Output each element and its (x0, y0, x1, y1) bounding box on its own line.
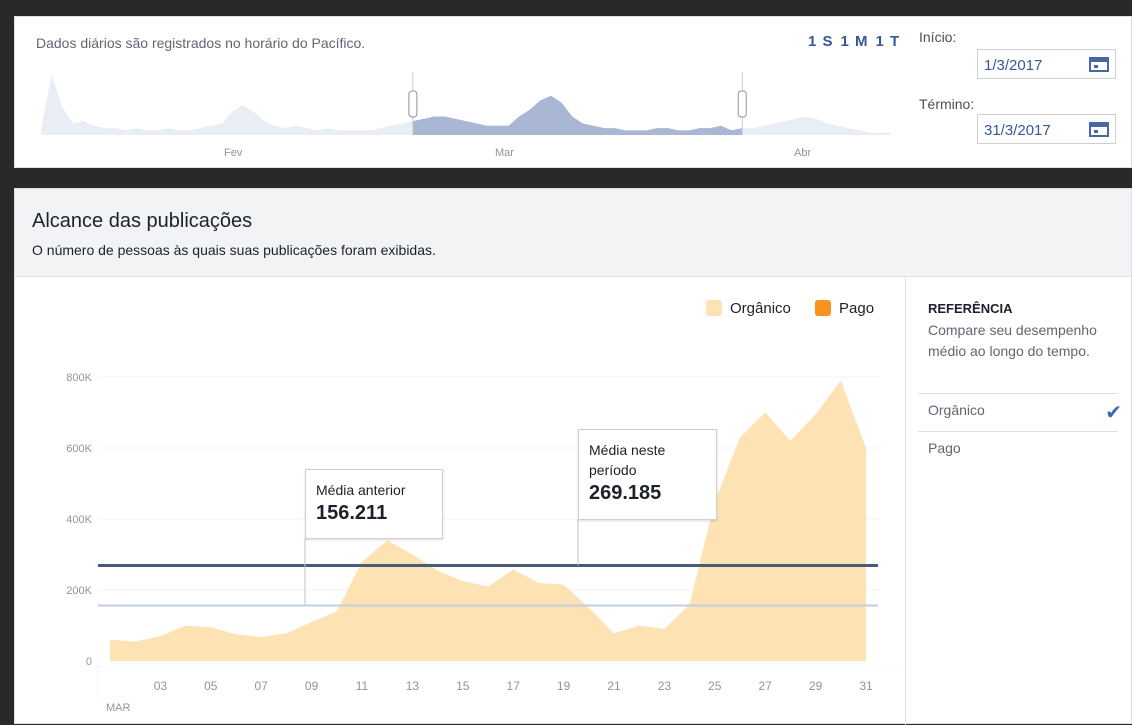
legend-swatch-paid (815, 300, 831, 316)
legend-paid[interactable]: Pago (815, 300, 874, 317)
end-date-label: Término: (919, 96, 975, 112)
x-tick-label: 05 (204, 679, 218, 693)
y-tick-label: 200K (66, 585, 92, 597)
end-date-field[interactable]: 31/3/2017 (977, 114, 1116, 144)
reference-sidebar: REFERÊNCIA Compare seu desempenho médio … (905, 277, 1132, 725)
checkmark-icon: ✔ (1105, 402, 1122, 424)
reach-chart: 0 200K 400K 600K 800K 03 05 07 09 11 13 15 17 19 21 23… (66, 372, 900, 714)
x-tick-label: 27 (759, 679, 773, 693)
x-tick-label: 17 (507, 679, 521, 693)
x-tick-label: 19 (557, 679, 571, 693)
x-axis-month-label: MAR (106, 702, 131, 714)
legend-label-paid: Pago (839, 300, 875, 317)
reference-option-label: Pago (928, 440, 961, 456)
end-date-value: 31/3/2017 (984, 122, 1051, 139)
calendar-icon[interactable] (1089, 122, 1109, 137)
previous-average-callout: Média anterior 156.211 (305, 469, 443, 539)
x-tick-label: 15 (456, 679, 470, 693)
start-date-label: Início: (919, 29, 957, 45)
y-tick-label: 800K (66, 372, 92, 384)
organic-area-series[interactable] (110, 380, 866, 661)
current-average-label: Média neste período (589, 442, 666, 478)
x-tick-label: 29 (809, 679, 823, 693)
x-tick-label: 31 (859, 679, 873, 693)
y-tick-label: 600K (66, 443, 92, 455)
x-tick-label: 25 (708, 679, 722, 693)
x-tick-label: 11 (356, 679, 369, 693)
x-tick-label: 09 (305, 679, 319, 693)
reference-description: Compare seu desempenho médio ao longo do… (928, 322, 1097, 359)
reference-option-paid[interactable]: Pago (918, 431, 1118, 469)
current-average-callout: Média neste período 269.185 (578, 429, 717, 520)
previous-average-label: Média anterior (316, 482, 406, 498)
reference-option-organic[interactable]: Orgânico ✔ (918, 393, 1122, 431)
calendar-icon[interactable] (1089, 57, 1109, 72)
y-tick-label: 400K (66, 514, 92, 526)
x-tick-label: 07 (255, 679, 269, 693)
previous-average-value: 156.211 (316, 502, 388, 524)
reference-title: REFERÊNCIA (928, 301, 1013, 316)
legend-swatch-organic (706, 300, 722, 316)
x-tick-label: 21 (607, 679, 621, 693)
reference-option-label: Orgânico (928, 402, 985, 418)
legend-organic[interactable]: Orgânico (706, 300, 791, 317)
start-date-field[interactable]: 1/3/2017 (977, 49, 1116, 79)
x-tick-label: 23 (658, 679, 672, 693)
current-average-value: 269.185 (589, 482, 662, 504)
y-tick-label: 0 (86, 656, 92, 668)
legend-label-organic: Orgânico (730, 300, 791, 317)
x-tick-label: 03 (154, 679, 168, 693)
x-tick-label: 13 (406, 679, 420, 693)
start-date-value: 1/3/2017 (984, 57, 1043, 74)
